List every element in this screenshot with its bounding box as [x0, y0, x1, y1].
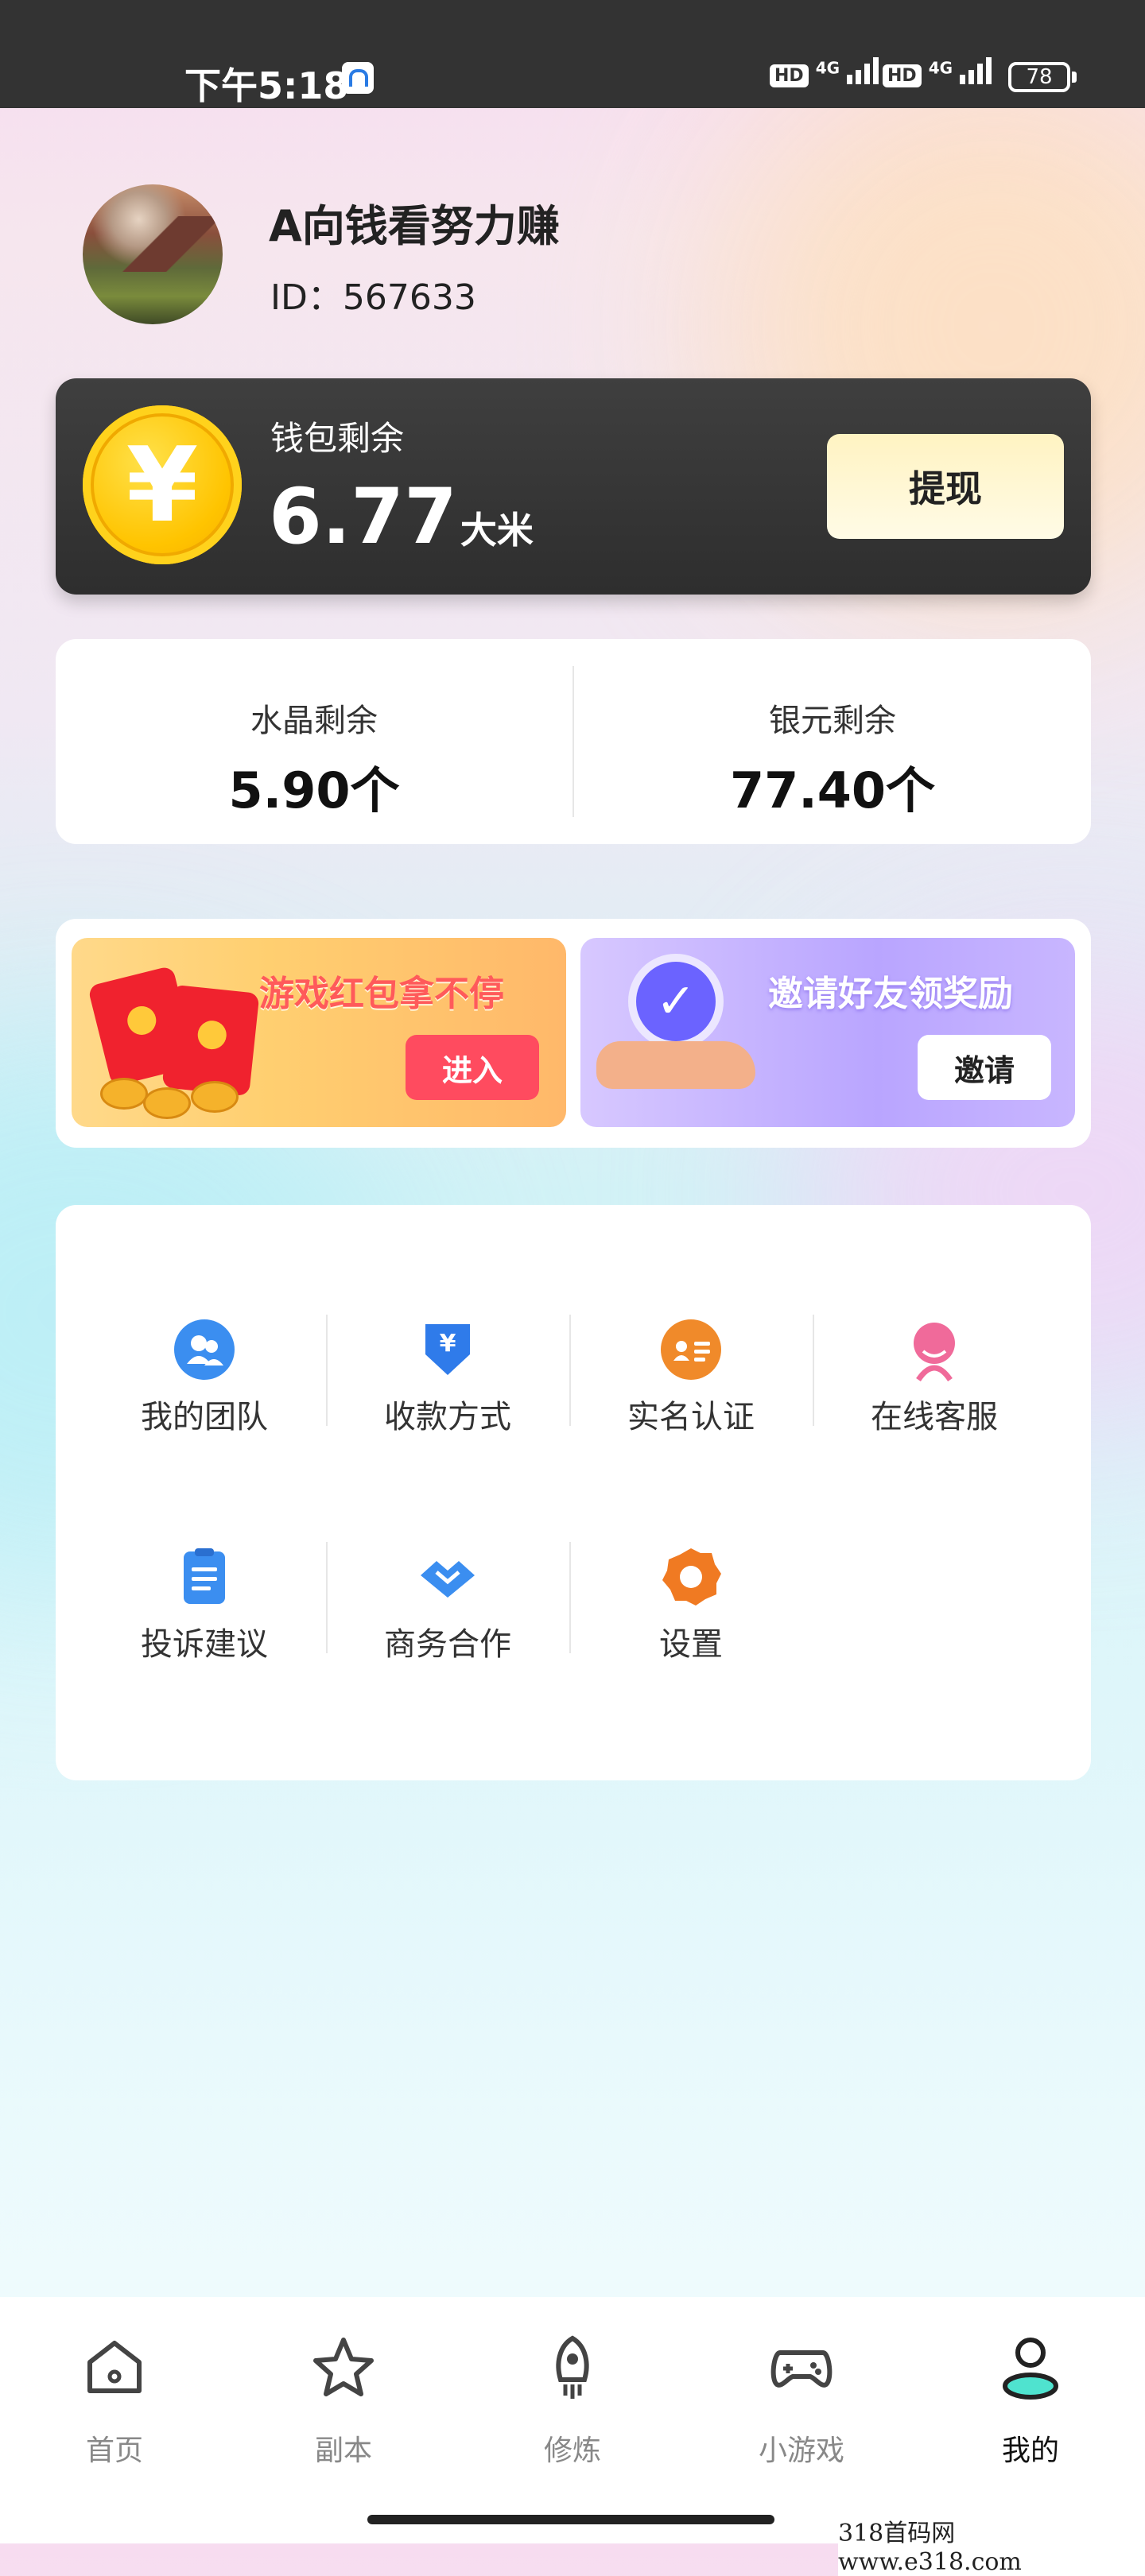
- profile-icon: [1003, 2338, 1058, 2400]
- red-envelope-icon: [161, 984, 260, 1097]
- function-menu: 我的团队 ¥ 收款方式 实名认证 在线客服 投诉建议 商务合作 设置: [56, 1205, 1091, 1780]
- coin-icon: [143, 1087, 191, 1119]
- payment-icon: ¥: [425, 1324, 470, 1375]
- home-indicator[interactable]: [367, 2515, 774, 2524]
- menu-item-my-team[interactable]: 我的团队: [83, 1318, 326, 1437]
- menu-item-label: 收款方式: [384, 1399, 511, 1435]
- tab-label: 修炼: [543, 2435, 601, 2467]
- signal-bars-icon: [960, 57, 995, 87]
- status-time: 下午5:18: [184, 64, 349, 107]
- menu-item-settings[interactable]: 设置: [569, 1545, 813, 1664]
- menu-item-complaints[interactable]: 投诉建议: [83, 1545, 326, 1664]
- game-redpacket-banner[interactable]: 游戏红包拿不停 进入: [72, 938, 566, 1127]
- home-icon: [87, 2341, 142, 2393]
- status-bar: 下午5:18 HD 4G HD 4G 78: [0, 0, 1145, 108]
- menu-item-label: 设置: [659, 1626, 723, 1663]
- yuan-coin-icon: ¥: [83, 405, 242, 564]
- enter-button[interactable]: 进入: [406, 1035, 539, 1100]
- hd-badge: HD: [770, 64, 809, 87]
- id-card-icon: [661, 1319, 721, 1380]
- menu-item-label: 在线客服: [871, 1399, 998, 1435]
- wallet-label: 钱包剩余: [270, 419, 405, 458]
- silver-balance: 银元剩余 77.40个: [574, 695, 1091, 822]
- menu-item-real-name-auth[interactable]: 实名认证: [569, 1318, 813, 1437]
- signal-group-1: HD 4G: [770, 57, 882, 87]
- crystal-balance: 水晶剩余 5.90个: [56, 695, 572, 822]
- checkmark-badge-icon: ✓: [636, 962, 716, 1041]
- crystal-balance-value: 5.90个: [228, 761, 400, 819]
- wallet-card: ¥ 钱包剩余 6.77大米 提现: [56, 378, 1091, 595]
- tab-mine[interactable]: 我的: [951, 2332, 1110, 2469]
- bottom-nav: 首页 副本 修炼 小游戏 我的: [0, 2297, 1145, 2543]
- invite-friends-banner[interactable]: ✓ 邀请好友领奖励 邀请: [580, 938, 1075, 1127]
- handshake-icon: [421, 1561, 475, 1598]
- menu-item-label: 实名认证: [627, 1399, 755, 1435]
- tab-instance[interactable]: 副本: [264, 2332, 423, 2469]
- team-icon: [174, 1319, 235, 1380]
- network-type: 4G: [928, 58, 953, 78]
- crystal-balance-title: 水晶剩余: [250, 703, 378, 739]
- tab-label: 我的: [1001, 2435, 1059, 2467]
- banner-title: 邀请好友领奖励: [768, 974, 1013, 1014]
- balances-card: 水晶剩余 5.90个 银元剩余 77.40个: [56, 639, 1091, 844]
- wallet-amount-value: 6.77: [269, 472, 457, 561]
- tab-label: 小游戏: [758, 2435, 844, 2467]
- battery-level: 78: [1026, 65, 1053, 89]
- coin-icon: [191, 1081, 239, 1113]
- invite-button[interactable]: 邀请: [918, 1035, 1051, 1100]
- menu-item-label: 我的团队: [141, 1399, 268, 1435]
- banner-title: 游戏红包拿不停: [259, 974, 504, 1014]
- user-id: ID：567633: [270, 277, 476, 318]
- avatar[interactable]: [83, 184, 223, 324]
- wallet-unit: 大米: [460, 509, 534, 552]
- silver-balance-title: 银元剩余: [769, 703, 896, 739]
- menu-item-business-cooperation[interactable]: 商务合作: [326, 1545, 569, 1664]
- withdraw-button[interactable]: 提现: [827, 434, 1064, 539]
- hd-badge: HD: [883, 64, 922, 87]
- silver-balance-value: 77.40个: [729, 761, 936, 819]
- coin-icon: [100, 1078, 148, 1110]
- promo-banners: 游戏红包拿不停 进入 ✓ 邀请好友领奖励 邀请: [56, 919, 1091, 1148]
- network-type: 4G: [815, 58, 840, 78]
- tab-label: 首页: [85, 2435, 143, 2467]
- tab-home[interactable]: 首页: [35, 2332, 194, 2469]
- menu-item-online-support[interactable]: 在线客服: [813, 1318, 1056, 1437]
- app-notification-icon: [342, 62, 374, 94]
- clipboard-icon: [184, 1548, 225, 1604]
- username: A向钱看努力赚: [269, 201, 560, 251]
- tab-label: 副本: [314, 2435, 372, 2467]
- battery-icon: 78: [1008, 62, 1077, 92]
- menu-item-payment-method[interactable]: ¥ 收款方式: [326, 1318, 569, 1437]
- svg-text:¥: ¥: [440, 1330, 456, 1358]
- hand-icon: [596, 1041, 755, 1089]
- tab-mini-games[interactable]: 小游戏: [722, 2332, 881, 2469]
- currency-symbol: ¥: [126, 424, 199, 545]
- gear-icon: [662, 1548, 721, 1606]
- customer-service-icon: [914, 1323, 955, 1381]
- menu-item-label: 商务合作: [384, 1626, 511, 1663]
- signal-bars-icon: [847, 57, 882, 87]
- watermark-text: 318首码网 www.e318.com: [838, 2513, 1145, 2576]
- star-icon: [313, 2338, 374, 2396]
- signal-group-2: HD 4G: [883, 57, 995, 87]
- gamepad-icon: [770, 2350, 833, 2388]
- rocket-icon: [556, 2335, 589, 2399]
- wallet-amount: 6.77大米: [269, 472, 534, 561]
- menu-item-label: 投诉建议: [141, 1626, 268, 1663]
- tab-cultivate[interactable]: 修炼: [493, 2332, 652, 2469]
